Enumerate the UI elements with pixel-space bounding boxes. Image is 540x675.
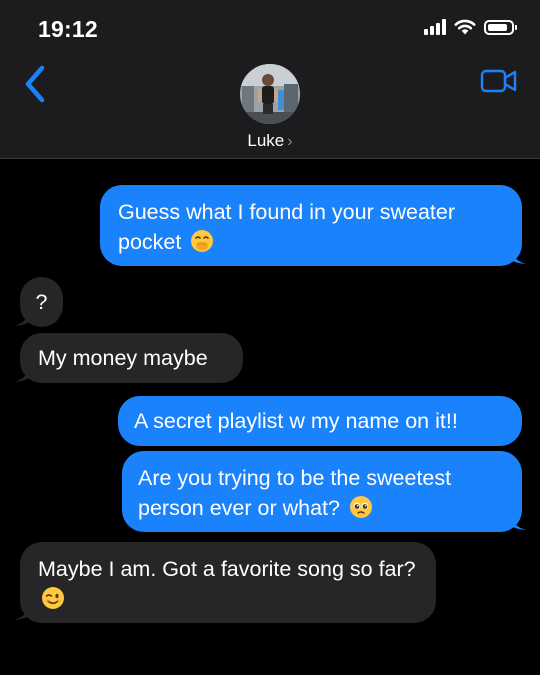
chevron-left-icon bbox=[25, 65, 45, 103]
battery-icon bbox=[484, 19, 517, 35]
video-camera-icon bbox=[480, 69, 517, 93]
message-bubble-incoming[interactable]: ? bbox=[20, 277, 63, 327]
contact-name: Luke bbox=[247, 131, 285, 150]
message-text: ? bbox=[35, 290, 48, 314]
conversation-header: 19:12 Luke › bbox=[0, 0, 540, 159]
message-text: A secret playlist w my name on it!! bbox=[134, 409, 458, 433]
messages-screen: 19:12 Luke › Guess what I found in your … bbox=[0, 0, 540, 675]
contact-name-button[interactable]: Luke › bbox=[0, 131, 540, 151]
pleading-face-icon bbox=[349, 496, 372, 518]
contact-avatar[interactable] bbox=[240, 64, 300, 124]
face-with-hand-over-mouth-icon bbox=[191, 230, 214, 252]
message-text: My money maybe bbox=[38, 346, 208, 370]
winking-face-icon bbox=[42, 587, 64, 609]
cellular-signal-icon bbox=[424, 19, 446, 35]
facetime-video-button[interactable] bbox=[480, 68, 518, 94]
message-bubble-incoming[interactable]: Maybe I am. Got a favorite song so far? bbox=[20, 542, 436, 623]
chevron-right-icon: › bbox=[287, 133, 293, 150]
status-time: 19:12 bbox=[38, 16, 98, 42]
message-bubble-incoming[interactable]: My money maybe bbox=[20, 333, 243, 383]
battery-level bbox=[488, 23, 507, 31]
status-icons bbox=[424, 19, 517, 35]
message-text: Guess what I found in your sweater pocke… bbox=[118, 200, 456, 254]
message-bubble-outgoing[interactable]: A secret playlist w my name on it!! bbox=[118, 396, 522, 446]
back-button[interactable] bbox=[18, 64, 52, 104]
message-text: Are you trying to be the sweetest person… bbox=[138, 466, 452, 520]
message-bubble-outgoing[interactable]: Guess what I found in your sweater pocke… bbox=[100, 185, 522, 266]
wifi-icon bbox=[454, 19, 476, 35]
message-bubble-outgoing[interactable]: Are you trying to be the sweetest person… bbox=[122, 451, 522, 532]
message-text: Maybe I am. Got a favorite song so far? bbox=[38, 557, 416, 581]
